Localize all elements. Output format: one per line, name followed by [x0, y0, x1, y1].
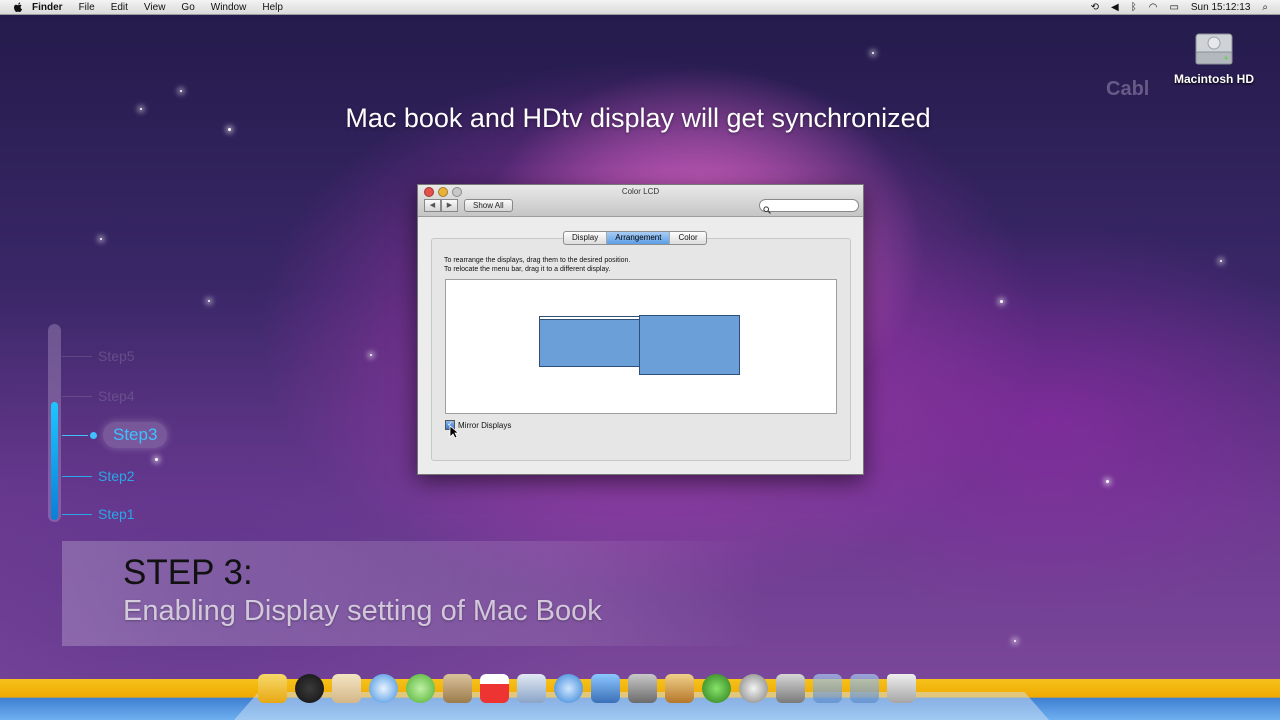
- menu-edit[interactable]: Edit: [111, 2, 128, 13]
- finder-icon[interactable]: [258, 674, 287, 703]
- instruction-line: To relocate the menu bar, drag it to a d…: [444, 266, 611, 273]
- star: [180, 90, 182, 92]
- menu-finder[interactable]: Finder: [32, 2, 63, 13]
- search-field[interactable]: [759, 199, 859, 214]
- display-arrangement-area: [445, 279, 837, 414]
- macintosh-hd-label: Macintosh HD: [1173, 72, 1254, 86]
- documents-folder-icon[interactable]: [850, 674, 879, 703]
- step-item[interactable]: Step4: [62, 388, 135, 404]
- slider-fill: [51, 402, 58, 520]
- step-item[interactable]: Step5: [62, 348, 135, 364]
- color-lcd-window: Color LCD ◀ ▶ Show All Display Arrangeme…: [417, 184, 864, 475]
- display-hdtv[interactable]: [639, 315, 740, 375]
- address-book-icon[interactable]: [443, 674, 472, 703]
- step-caption: STEP 3: Enabling Display setting of Mac …: [62, 541, 762, 646]
- trash-icon[interactable]: [887, 674, 916, 703]
- mirror-displays-label: Mirror Displays: [458, 420, 512, 430]
- bluetooth-icon[interactable]: ᛒ: [1131, 2, 1137, 13]
- time-machine-status-icon[interactable]: ⟲: [1091, 2, 1099, 13]
- star: [1220, 260, 1222, 262]
- tab-display[interactable]: Display: [564, 232, 608, 244]
- tab-color[interactable]: Color: [670, 232, 705, 244]
- volume-icon[interactable]: ◀: [1111, 2, 1119, 13]
- macintosh-hd-desktop-item[interactable]: Macintosh HD: [1164, 28, 1264, 86]
- preview-icon[interactable]: [517, 674, 546, 703]
- display-macbook[interactable]: [539, 316, 640, 367]
- menu-file[interactable]: File: [79, 2, 95, 13]
- instruction-line: To rearrange the displays, drag them to …: [444, 257, 631, 264]
- step-label: Step1: [98, 506, 135, 522]
- ichat-icon[interactable]: [406, 674, 435, 703]
- menu-window[interactable]: Window: [211, 2, 247, 13]
- ical-icon[interactable]: [480, 674, 509, 703]
- watermark: Cabl: [1106, 78, 1150, 100]
- menubar-clock[interactable]: Sun 15:12:13: [1191, 2, 1251, 13]
- window-title: Color LCD: [621, 187, 660, 196]
- wifi-icon[interactable]: ◠: [1149, 2, 1158, 13]
- dashboard-icon[interactable]: [295, 674, 324, 703]
- applications-folder-icon[interactable]: [813, 674, 842, 703]
- step-label: Step3: [103, 422, 168, 448]
- star: [100, 238, 102, 240]
- mouse-cursor-icon: [449, 425, 460, 444]
- forward-button[interactable]: ▶: [441, 199, 458, 212]
- window-titlebar[interactable]: Color LCD ◀ ▶ Show All: [418, 185, 863, 217]
- search-icon: [763, 201, 771, 219]
- imovie-icon[interactable]: [628, 674, 657, 703]
- menu-bar: Finder File Edit View Go Window Help ⟲ ◀…: [0, 0, 1280, 15]
- star: [872, 52, 874, 54]
- star: [1106, 480, 1109, 483]
- menu-view[interactable]: View: [144, 2, 166, 13]
- step-label: Step4: [98, 388, 135, 404]
- star: [208, 300, 210, 302]
- star: [1000, 300, 1003, 303]
- arrangement-instructions: To rearrange the displays, drag them to …: [444, 256, 630, 274]
- tab-bar: Display Arrangement Color: [563, 231, 707, 245]
- tab-arrangement[interactable]: Arrangement: [607, 232, 671, 244]
- menu-go[interactable]: Go: [181, 2, 194, 13]
- hard-drive-icon: [1192, 28, 1236, 68]
- garageband-icon[interactable]: [665, 674, 694, 703]
- step-progress-slider: Step5 Step4 Step3 Step2 Step1: [48, 324, 168, 524]
- headline-text: Mac book and HDtv display will get synch…: [345, 103, 931, 133]
- time-machine-clock-icon[interactable]: [739, 674, 768, 703]
- caption-subtitle: Enabling Display setting of Mac Book: [123, 595, 602, 627]
- step-item-active[interactable]: Step3: [62, 422, 168, 448]
- battery-icon[interactable]: ▭: [1169, 2, 1178, 13]
- safari-icon[interactable]: [369, 674, 398, 703]
- step-label: Step2: [98, 468, 135, 484]
- caption-title: STEP 3:: [123, 553, 253, 592]
- star: [1014, 640, 1016, 642]
- menu-help[interactable]: Help: [262, 2, 283, 13]
- itunes-icon[interactable]: [554, 674, 583, 703]
- star: [370, 354, 372, 356]
- step-label: Step5: [98, 348, 135, 364]
- back-button[interactable]: ◀: [424, 199, 441, 212]
- time-machine-icon[interactable]: [702, 674, 731, 703]
- show-all-button[interactable]: Show All: [464, 199, 513, 212]
- step-item[interactable]: Step1: [62, 506, 135, 522]
- spotlight-icon[interactable]: ⌕: [1262, 2, 1268, 13]
- apple-menu-icon[interactable]: [12, 1, 24, 13]
- step-item[interactable]: Step2: [62, 468, 135, 484]
- iphoto-icon[interactable]: [591, 674, 620, 703]
- menu-bar-indicator[interactable]: [540, 317, 639, 320]
- system-preferences-icon[interactable]: [776, 674, 805, 703]
- dock: [258, 674, 924, 703]
- mail-stamp-icon[interactable]: [332, 674, 361, 703]
